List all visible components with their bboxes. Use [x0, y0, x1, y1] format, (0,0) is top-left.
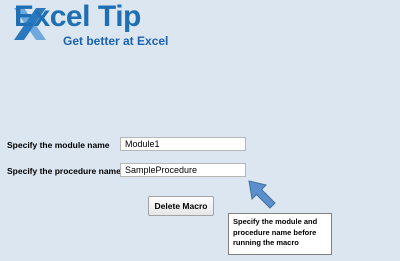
module-name-input[interactable]	[120, 137, 246, 151]
procedure-name-input[interactable]	[120, 163, 246, 177]
module-name-label: Specify the module name	[7, 140, 110, 150]
delete-macro-button[interactable]: Delete Macro	[148, 196, 214, 216]
logo-brand-first: Excel	[14, 0, 90, 33]
arrow-icon	[248, 180, 276, 209]
logo-tagline: Get better at Excel	[63, 34, 169, 48]
logo-brand: Excel Tip	[14, 0, 141, 34]
procedure-name-label: Specify the procedure name	[7, 166, 121, 176]
instruction-note: Specify the module and procedure name be…	[228, 213, 332, 255]
logo-brand-second: Tip	[97, 0, 141, 33]
excel-tip-logo: Excel Tip Get better at Excel	[0, 0, 200, 52]
